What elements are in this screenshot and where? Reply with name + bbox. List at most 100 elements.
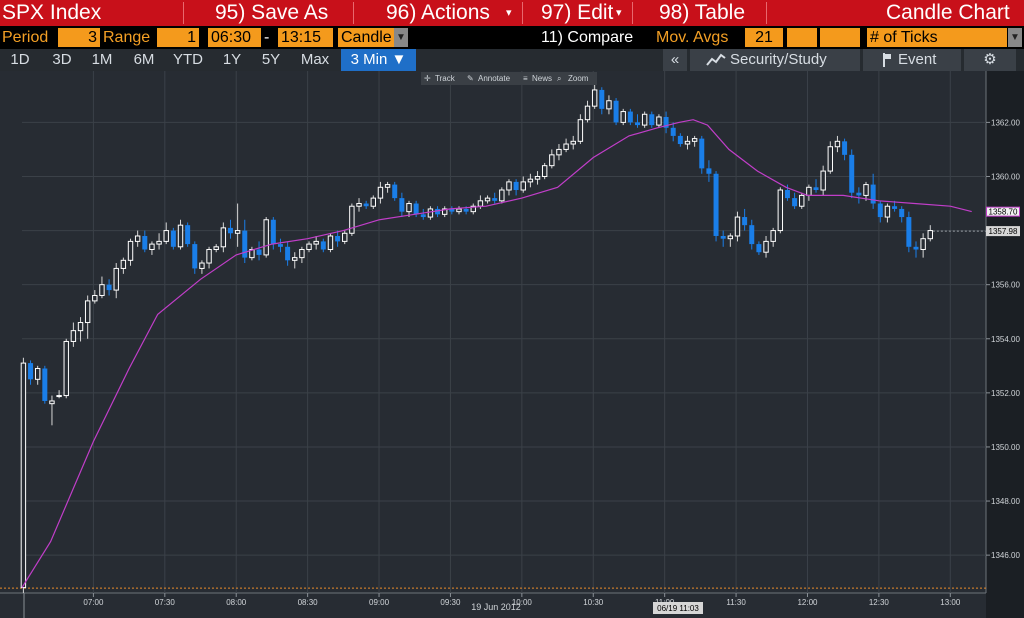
candle-body-up (499, 189, 505, 202)
candle-body-up (127, 240, 134, 261)
edit-button[interactable]: 97) Edit (541, 0, 613, 26)
range-field[interactable]: 1 (157, 28, 199, 47)
ticks-select[interactable]: # of Ticks (867, 28, 1007, 47)
candle-body-down (877, 203, 883, 218)
candle-body-up (384, 184, 391, 188)
candle-body-down (242, 230, 248, 258)
tab-max[interactable]: Max (293, 49, 337, 71)
save-as-button[interactable]: 95) Save As (215, 0, 328, 26)
candle-body-down (185, 225, 191, 245)
event-button[interactable]: Event (863, 49, 961, 71)
candle-body-down (399, 198, 405, 212)
chevron-down-icon[interactable]: ▼ (394, 28, 408, 47)
candle-body-down (392, 184, 398, 199)
compare-button[interactable]: 11) Compare (541, 27, 633, 48)
candle-body-up (684, 140, 691, 145)
gear-icon[interactable]: ⚙ (964, 49, 1016, 71)
candle-body-down (677, 135, 683, 145)
candle-body-down (227, 227, 233, 234)
actions-dropdown-icon[interactable]: ▾ (506, 0, 512, 26)
annotate-button[interactable]: Annotate (478, 72, 510, 85)
zoom-button[interactable]: Zoom (568, 72, 588, 85)
chart-style-select[interactable]: Candle (338, 28, 394, 47)
candle-body-up (863, 184, 869, 196)
candle-body-up (370, 197, 376, 207)
candle-body-up (220, 227, 227, 248)
main-toolbar: SPX Index 95) Save As 96) Actions ▾ 97) … (0, 0, 1024, 26)
candle-body-down (192, 244, 198, 269)
candle-body-up (806, 186, 812, 196)
mov-avgs-field[interactable]: 21 (745, 28, 783, 47)
candle-body-down (670, 127, 676, 136)
candle-body-up (456, 208, 462, 213)
candle-body-down (277, 244, 283, 247)
candle-body-down (749, 225, 755, 245)
candle-body-up (77, 322, 84, 332)
tab-1d[interactable]: 1D (4, 49, 36, 71)
candle-body-down (713, 173, 719, 236)
candle-body-down (256, 249, 262, 255)
candle-body-up (263, 219, 269, 256)
candle-body-up (534, 175, 541, 180)
candle-body-down (28, 363, 34, 380)
candlestick-chart[interactable]: 1346.00 1348.00 1350.00 1352.00 1354.00 1356.… (0, 71, 1024, 618)
toolbar-divider (353, 2, 354, 24)
candle-body-up (84, 300, 91, 324)
time-tick-label: 12:30 (869, 598, 890, 607)
tab-ytd[interactable]: YTD (167, 49, 209, 71)
time-tick-label: 13:00 (940, 598, 961, 607)
candle-body-up (99, 284, 105, 296)
candle-body-up (506, 181, 512, 191)
security-study-button[interactable]: Security/Study (690, 49, 860, 71)
tab-6m[interactable]: 6M (125, 49, 163, 71)
candle-body-down (320, 241, 326, 250)
start-time-field[interactable]: 06:30 (208, 28, 261, 47)
end-time-field[interactable]: 13:15 (278, 28, 333, 47)
news-button[interactable]: News (532, 72, 552, 85)
mov-avgs-field-3[interactable] (820, 28, 860, 47)
candle-body-up (313, 240, 319, 245)
price-tick-label: 1348.00 (991, 497, 1020, 506)
crosshair-icon: ✛ (424, 74, 431, 83)
candle-body-up (63, 340, 69, 397)
tab-3-min[interactable]: 3 Min ▼ (341, 49, 416, 71)
edit-dropdown-icon[interactable]: ▾ (616, 0, 622, 26)
candle-body-down (849, 154, 855, 193)
mov-avgs-field-2[interactable] (787, 28, 817, 47)
candle-body-down (792, 198, 798, 207)
chart-type-label[interactable]: Candle Chart (886, 0, 1010, 26)
candle-body-down (420, 214, 426, 218)
actions-button[interactable]: 96) Actions (386, 0, 490, 26)
tab-5y[interactable]: 5Y (253, 49, 289, 71)
candle-body-down (784, 190, 790, 199)
candle-body-up (606, 100, 612, 110)
track-button[interactable]: Track (435, 72, 455, 85)
table-button[interactable]: 98) Table (659, 0, 745, 26)
candle-body-down (892, 206, 898, 209)
candle-body-down (270, 219, 276, 245)
candle-body-down (285, 246, 291, 261)
price-tick-label: 1346.00 (991, 551, 1020, 560)
candle-body-up (120, 259, 127, 269)
security-title[interactable]: SPX Index (2, 0, 101, 26)
candle-body-up (541, 165, 548, 177)
candle-body-up (591, 89, 598, 107)
tab-1y[interactable]: 1Y (215, 49, 249, 71)
candle-body-up (306, 243, 312, 251)
candle-body-up (577, 119, 584, 142)
tab-3d[interactable]: 3D (44, 49, 80, 71)
tab-1m[interactable]: 1M (84, 49, 120, 71)
candle-body-up (20, 362, 27, 589)
collapse-button[interactable]: « (663, 49, 687, 71)
candle-body-up (299, 249, 305, 259)
candle-body-up (777, 189, 784, 232)
candle-body-up (427, 208, 434, 218)
chevron-down-icon[interactable]: ▼ (1008, 28, 1022, 47)
candle-body-up (691, 138, 698, 142)
period-field[interactable]: 3 (58, 28, 100, 47)
candle-body-up (149, 243, 155, 251)
time-tick-label: 12:00 (797, 598, 818, 607)
candle-body-up (563, 143, 569, 150)
candle-body-down (649, 114, 655, 126)
candle-body-down (142, 235, 148, 250)
